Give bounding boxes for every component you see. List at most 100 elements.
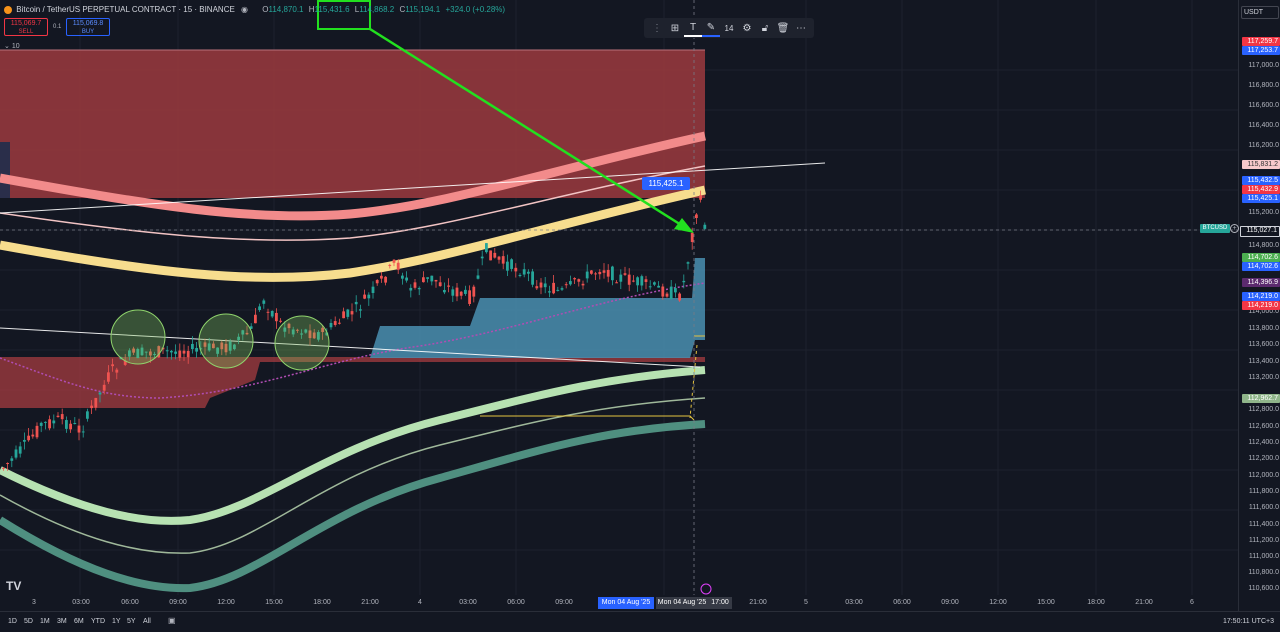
candle[interactable] [585, 271, 589, 279]
candle[interactable] [48, 419, 51, 429]
candle[interactable] [178, 350, 182, 358]
candle[interactable] [661, 286, 665, 297]
candle[interactable] [485, 243, 488, 253]
candle[interactable] [165, 350, 169, 352]
candle[interactable] [170, 350, 173, 353]
candle[interactable] [342, 311, 345, 319]
candle[interactable] [98, 392, 102, 395]
candle[interactable] [459, 291, 463, 296]
candle[interactable] [107, 372, 110, 382]
candle[interactable] [86, 411, 89, 419]
candle[interactable] [640, 276, 644, 286]
yellow-level[interactable] [480, 415, 695, 421]
candle[interactable] [560, 288, 564, 290]
currency-select[interactable]: USDT [1241, 6, 1279, 19]
candle[interactable] [279, 320, 282, 322]
candle[interactable] [489, 250, 492, 261]
candle[interactable] [191, 343, 194, 350]
candle[interactable] [413, 282, 417, 288]
candle[interactable] [669, 286, 673, 300]
candle[interactable] [501, 256, 505, 264]
candle[interactable] [438, 282, 442, 287]
candle[interactable] [573, 278, 576, 280]
candle[interactable] [77, 425, 81, 433]
candle[interactable] [464, 289, 467, 294]
candle[interactable] [644, 279, 648, 282]
candle[interactable] [102, 384, 106, 391]
indicators-toggle[interactable]: ⌄ 10 [4, 42, 20, 50]
candle[interactable] [510, 259, 513, 269]
highlight-circle-1[interactable] [110, 309, 166, 365]
buy-button[interactable]: 115,069.8 BUY [66, 18, 110, 36]
candle[interactable] [346, 309, 350, 317]
candle[interactable] [182, 350, 186, 354]
candle[interactable] [174, 351, 177, 354]
candle[interactable] [447, 285, 450, 287]
calendar-icon[interactable]: ▣ [168, 616, 176, 625]
candle[interactable] [632, 280, 635, 282]
candle[interactable] [333, 321, 337, 325]
candle[interactable] [674, 288, 677, 293]
candle[interactable] [384, 276, 387, 283]
candle[interactable] [611, 266, 614, 281]
candle[interactable] [493, 252, 497, 258]
candle[interactable] [371, 286, 375, 293]
highlight-circle-2[interactable] [198, 313, 254, 369]
upper-band-yellow[interactable] [0, 185, 706, 282]
candle[interactable] [81, 431, 85, 433]
candle[interactable] [422, 277, 425, 283]
candle[interactable] [388, 264, 392, 266]
more-icon[interactable]: ⋯ [792, 20, 810, 36]
candle[interactable] [581, 283, 585, 286]
tradingview-logo[interactable]: TV [6, 579, 21, 593]
candle[interactable] [434, 279, 438, 282]
candle[interactable] [598, 271, 602, 275]
drawing-toolbar[interactable]: ⋮ ⊞ T ✎ 14 ⚙ 🔓︎ 🗑︎ ⋯ [644, 18, 814, 38]
candle[interactable] [602, 270, 606, 273]
candle[interactable] [548, 291, 551, 293]
candle[interactable] [27, 435, 30, 441]
candle[interactable] [556, 289, 560, 291]
candle[interactable] [262, 300, 266, 304]
candle[interactable] [39, 422, 43, 426]
candle[interactable] [531, 271, 534, 285]
candle[interactable] [430, 275, 434, 282]
candle[interactable] [627, 274, 631, 285]
time-axis[interactable]: 3 03:00 06:00 09:00 12:00 15:00 18:00 21:00 4 03:… [0, 595, 1238, 611]
candle[interactable] [69, 423, 72, 430]
candle[interactable] [665, 293, 669, 297]
range-button-5d[interactable]: 5D [24, 618, 33, 625]
candle[interactable] [338, 322, 341, 324]
candle[interactable] [569, 281, 572, 285]
candle[interactable] [468, 290, 471, 304]
range-button-1d[interactable]: 1D [8, 618, 17, 625]
candle[interactable] [451, 289, 455, 296]
range-button-all[interactable]: All [143, 618, 151, 625]
hide-icon[interactable]: ◉ [241, 5, 248, 14]
candle[interactable] [396, 262, 400, 270]
candle[interactable] [405, 277, 408, 281]
candle[interactable] [56, 415, 60, 417]
candle[interactable] [686, 262, 690, 264]
candle[interactable] [615, 282, 618, 284]
candle[interactable] [2, 467, 5, 469]
range-button-1m[interactable]: 1M [40, 618, 50, 625]
candle[interactable] [695, 214, 698, 219]
candle[interactable] [359, 309, 362, 311]
candle[interactable] [266, 311, 270, 313]
candle[interactable] [31, 434, 35, 437]
font-size-selector[interactable]: 14 [720, 20, 738, 36]
candle[interactable] [682, 280, 686, 283]
candle[interactable] [401, 275, 404, 279]
range-button-ytd[interactable]: YTD [91, 618, 105, 625]
range-button-5y[interactable]: 5Y [127, 618, 136, 625]
candle[interactable] [94, 397, 98, 408]
candle[interactable] [65, 420, 68, 429]
lightning-icon[interactable] [700, 583, 712, 595]
candle[interactable] [636, 277, 639, 286]
candle[interactable] [115, 369, 119, 373]
candle[interactable] [653, 282, 656, 285]
drag-handle-icon[interactable]: ⋮ [648, 20, 666, 36]
range-button-3m[interactable]: 3M [57, 618, 67, 625]
chart-area[interactable]: TV [0, 0, 1238, 611]
